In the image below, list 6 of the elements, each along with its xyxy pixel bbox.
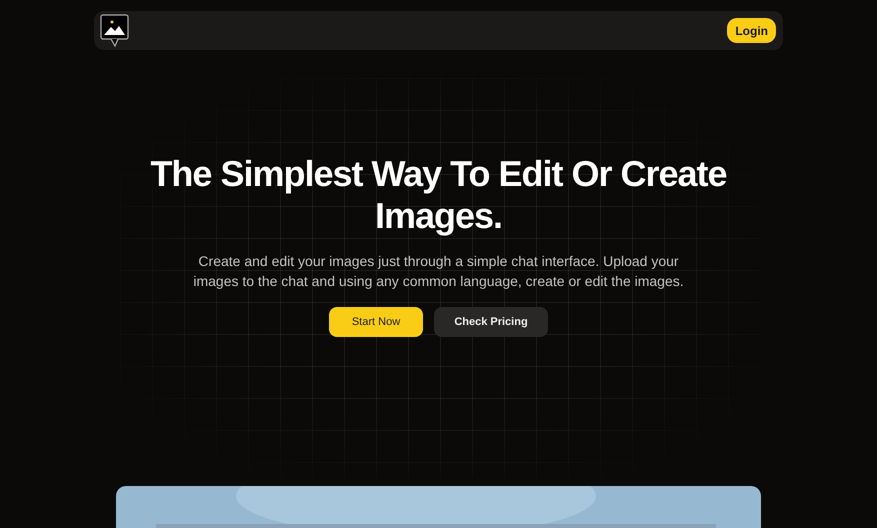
hero-description: Create and edit your images just through a simple chat interface. Upload your images to the chat and using any common language, create or edit the images. (192, 252, 685, 291)
login-button[interactable]: Login (727, 18, 776, 43)
start-button[interactable]: Start Now (329, 307, 423, 337)
pricing-button[interactable]: Check Pricing (434, 307, 548, 337)
logo-icon[interactable] (100, 14, 130, 48)
hero-heading: The Simplest Way To Edit Or Create Images. (149, 153, 728, 237)
